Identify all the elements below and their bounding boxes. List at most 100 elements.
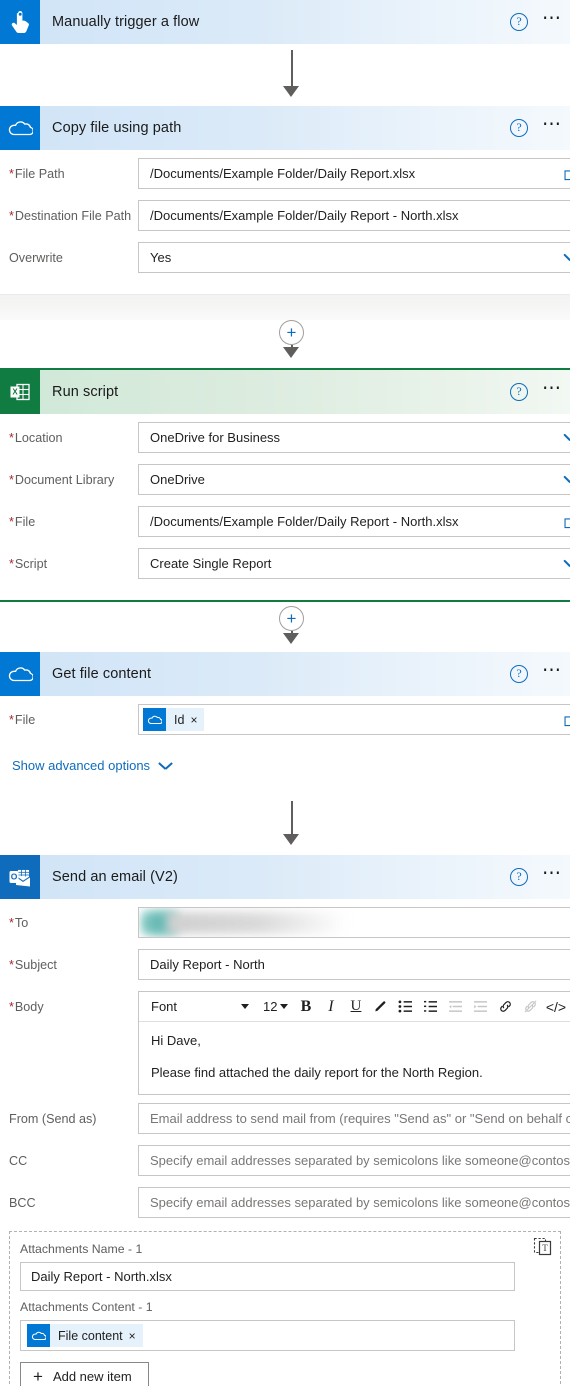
attachments-name-label: Attachments Name - 1 — [20, 1242, 143, 1256]
card-header-run-script[interactable]: X Run script ? ⋯ — [0, 370, 570, 414]
attachments-content-input[interactable]: File content × — [20, 1320, 515, 1351]
attachments-name-input[interactable]: Daily Report - North.xlsx — [20, 1262, 515, 1291]
folder-picker-icon[interactable] — [564, 167, 570, 181]
help-icon[interactable]: ? — [510, 13, 528, 31]
token-label: Id — [174, 712, 185, 727]
folder-picker-icon[interactable] — [564, 713, 570, 727]
help-icon[interactable]: ? — [510, 665, 528, 683]
get-file-input[interactable]: Id × — [138, 704, 570, 735]
email-body-line-1: Hi Dave, — [151, 1033, 201, 1048]
font-family-dropdown[interactable]: Font — [143, 994, 255, 1020]
help-icon[interactable]: ? — [510, 383, 528, 401]
connector-line — [291, 50, 293, 90]
file-path-input[interactable]: /Documents/Example Folder/Daily Report.x… — [138, 158, 570, 189]
field-label-document-library: *Document Library — [9, 473, 115, 487]
destination-file-path-input[interactable]: /Documents/Example Folder/Daily Report -… — [138, 200, 570, 231]
more-menu-icon[interactable]: ⋯ — [542, 379, 562, 400]
text-highlight-icon[interactable] — [369, 994, 392, 1020]
show-advanced-options-link[interactable]: Show advanced options — [0, 746, 570, 787]
folder-picker-icon[interactable] — [564, 515, 570, 529]
field-control-subject: Daily Report - North — [138, 949, 570, 980]
onedrive-icon — [0, 106, 40, 150]
field-control-bcc: Specify email addresses separated by sem… — [138, 1187, 570, 1218]
connector-line — [291, 801, 293, 837]
switch-to-text-mode-icon[interactable]: T — [532, 1236, 554, 1258]
script-dropdown[interactable]: Create Single Report — [138, 548, 570, 579]
to-input-redacted[interactable] — [138, 907, 570, 938]
document-library-value: OneDrive — [150, 472, 205, 487]
flow-card-send-email[interactable]: O Send an email (V2) ? ⋯ *To *Subject Da… — [0, 855, 570, 1386]
field-location: *Location OneDrive for Business — [0, 422, 570, 458]
connector-arrow — [283, 633, 299, 644]
flow-card-manual-trigger[interactable]: Manually trigger a flow ? ⋯ — [0, 0, 570, 44]
bold-button[interactable]: B — [294, 994, 317, 1020]
underline-button[interactable]: U — [344, 994, 367, 1020]
bulleted-list-icon[interactable] — [394, 994, 417, 1020]
numbered-list-icon[interactable] — [419, 994, 442, 1020]
cc-input[interactable]: Specify email addresses separated by sem… — [138, 1145, 570, 1176]
card-header-copy-file[interactable]: Copy file using path ? ⋯ — [0, 106, 570, 150]
dynamic-content-token-file-content[interactable]: File content × — [27, 1324, 143, 1347]
more-menu-icon[interactable]: ⋯ — [542, 9, 562, 30]
plus-icon: + — [286, 323, 297, 342]
field-control-script: Create Single Report — [138, 548, 570, 579]
rich-text-editor[interactable]: Font 12 B I U </> Hi Dave, Please find a… — [138, 991, 570, 1095]
dynamic-content-token-id[interactable]: Id × — [143, 708, 205, 731]
insert-step-button-1[interactable]: + — [279, 320, 304, 345]
bcc-input[interactable]: Specify email addresses separated by sem… — [138, 1187, 570, 1218]
more-menu-icon[interactable]: ⋯ — [542, 864, 562, 885]
card-header-manual-trigger[interactable]: Manually trigger a flow ? ⋯ — [0, 0, 570, 44]
field-cc: CC Specify email addresses separated by … — [0, 1145, 570, 1181]
field-label-to: *To — [9, 916, 29, 930]
flow-card-run-script[interactable]: X Run script ? ⋯ *Location OneDrive for … — [0, 368, 570, 602]
increase-indent-icon — [469, 994, 492, 1020]
token-label: File content — [58, 1328, 123, 1343]
flow-card-get-file-content[interactable]: Get file content ? ⋯ *File Id × Show adv… — [0, 652, 570, 797]
insert-step-button-2[interactable]: + — [279, 606, 304, 631]
overwrite-dropdown[interactable]: Yes — [138, 242, 570, 273]
field-label-get-file: *File — [9, 713, 36, 727]
remove-token-icon[interactable]: × — [127, 1329, 143, 1343]
overwrite-value: Yes — [150, 250, 172, 265]
script-file-input[interactable]: /Documents/Example Folder/Daily Report -… — [138, 506, 570, 537]
cc-placeholder: Specify email addresses separated by sem… — [150, 1153, 570, 1168]
required-asterisk: * — [9, 167, 14, 181]
onedrive-icon — [143, 708, 166, 731]
card-header-send-email[interactable]: O Send an email (V2) ? ⋯ — [0, 855, 570, 899]
help-icon[interactable]: ? — [510, 868, 528, 886]
chevron-down-icon — [564, 433, 570, 441]
help-icon[interactable]: ? — [510, 119, 528, 137]
destination-file-path-value: /Documents/Example Folder/Daily Report -… — [150, 208, 459, 223]
email-body-content[interactable]: Hi Dave, Please find attached the daily … — [139, 1022, 570, 1094]
remove-token-icon[interactable]: × — [188, 713, 204, 727]
font-size-dropdown[interactable]: 12 — [257, 994, 292, 1020]
more-menu-icon[interactable]: ⋯ — [542, 115, 562, 136]
italic-button[interactable]: I — [319, 994, 342, 1020]
field-label-destination-file-path: *Destination File Path — [9, 209, 132, 223]
insert-strip-1 — [0, 294, 570, 320]
card-header-get-file-content[interactable]: Get file content ? ⋯ — [0, 652, 570, 696]
add-new-item-button[interactable]: + Add new item — [20, 1362, 149, 1386]
field-control-overwrite: Yes — [138, 242, 570, 273]
field-subject: *Subject Daily Report - North — [0, 949, 570, 985]
field-label-bcc: BCC — [9, 1196, 36, 1210]
insert-link-icon[interactable] — [494, 994, 517, 1020]
required-asterisk: * — [9, 515, 14, 529]
card-body-run-script: *Location OneDrive for Business *Documen… — [0, 414, 570, 600]
code-view-icon[interactable]: </> — [544, 994, 567, 1020]
chevron-down-icon — [159, 761, 172, 770]
field-control-cc: Specify email addresses separated by sem… — [138, 1145, 570, 1176]
subject-input[interactable]: Daily Report - North — [138, 949, 570, 980]
card-title-get-file-content: Get file content — [52, 666, 152, 682]
more-menu-icon[interactable]: ⋯ — [542, 661, 562, 682]
from-send-as-input[interactable]: Email address to send mail from (require… — [138, 1103, 570, 1134]
font-size-value: 12 — [263, 999, 278, 1014]
attachments-name-value: Daily Report - North.xlsx — [31, 1269, 172, 1284]
card-title-run-script: Run script — [52, 384, 119, 400]
document-library-dropdown[interactable]: OneDrive — [138, 464, 570, 495]
location-dropdown[interactable]: OneDrive for Business — [138, 422, 570, 453]
chevron-down-icon — [564, 253, 570, 261]
field-control-body: Font 12 B I U </> Hi Dave, Please find a… — [138, 991, 570, 1095]
chevron-down-icon — [564, 559, 570, 567]
flow-card-copy-file[interactable]: Copy file using path ? ⋯ *File Path /Doc… — [0, 106, 570, 294]
